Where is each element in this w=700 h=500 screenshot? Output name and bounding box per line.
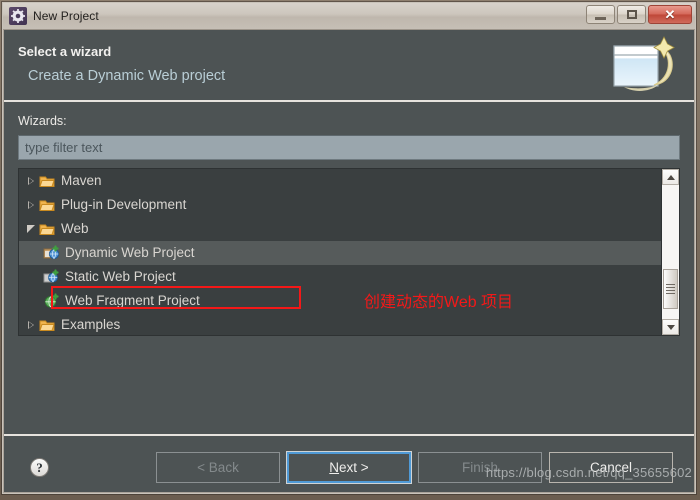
window-title: New Project xyxy=(33,9,99,23)
chevron-right-icon[interactable] xyxy=(23,317,39,333)
dialog-body: Select a wizard Create a Dynamic Web pro… xyxy=(3,30,695,493)
folder-icon xyxy=(39,317,56,333)
watermark: https://blog.csdn.net/qq_35655602 xyxy=(485,465,692,480)
page-description: Create a Dynamic Web project xyxy=(28,68,226,84)
tree-item-maven[interactable]: Maven xyxy=(19,169,661,193)
new-wizard-icon xyxy=(598,33,686,99)
tree-item-dynamic-web-project[interactable]: Dynamic Web Project xyxy=(19,241,661,265)
tree-item-static-web-project[interactable]: Static Web Project xyxy=(19,265,661,289)
folder-icon xyxy=(39,173,56,189)
dialog-footer: ? < Back Next > Finish Cancel https://bl… xyxy=(4,436,694,492)
tree-item-web-fragment-project[interactable]: Web Fragment Project xyxy=(19,289,661,313)
scroll-down-button[interactable] xyxy=(662,319,679,335)
tree-item-plugin-development[interactable]: Plug-in Development xyxy=(19,193,661,217)
minimize-button[interactable] xyxy=(586,5,615,24)
tree-item-label: Dynamic Web Project xyxy=(65,245,195,261)
scrollbar-grip-icon xyxy=(666,282,675,296)
gear-icon xyxy=(9,7,27,25)
page-title: Select a wizard xyxy=(18,44,112,59)
filter-input[interactable] xyxy=(18,135,680,160)
screen-root: New Project ✕ Select a wizard Create a D… xyxy=(0,0,700,500)
wizard-tree[interactable]: Maven Plug-in Development Web Dynamic We… xyxy=(18,168,680,336)
tree-scrollbar[interactable] xyxy=(661,169,679,335)
scrollbar-track[interactable] xyxy=(662,185,679,319)
next-button[interactable]: Next > xyxy=(286,451,412,484)
tree-item-label: Web xyxy=(61,221,89,237)
web-fragment-project-icon xyxy=(43,293,60,309)
maximize-button[interactable] xyxy=(617,5,646,24)
folder-icon xyxy=(39,221,56,237)
tree-item-label: Examples xyxy=(61,317,121,333)
new-project-dialog-window: New Project ✕ Select a wizard Create a D… xyxy=(2,2,696,494)
back-button[interactable]: < Back xyxy=(156,452,280,483)
tree-item-examples[interactable]: Examples xyxy=(19,313,661,335)
tree-item-label: Plug-in Development xyxy=(61,197,187,213)
scroll-up-icon xyxy=(666,174,675,180)
tree-item-label: Maven xyxy=(61,173,102,189)
wizards-label: Wizards: xyxy=(18,114,67,128)
title-bar[interactable]: New Project ✕ xyxy=(3,3,695,30)
scroll-up-button[interactable] xyxy=(662,169,679,185)
dynamic-web-project-icon xyxy=(43,245,60,261)
next-button-label-rest: ext > xyxy=(339,460,369,475)
chevron-right-icon[interactable] xyxy=(23,173,39,189)
close-button[interactable]: ✕ xyxy=(648,5,692,24)
wizard-tree-rows: Maven Plug-in Development Web Dynamic We… xyxy=(19,169,661,335)
maximize-icon xyxy=(626,10,637,19)
scrollbar-thumb[interactable] xyxy=(663,269,678,309)
dialog-content: Wizards: Maven xyxy=(4,102,694,336)
close-icon: ✕ xyxy=(664,7,676,22)
chevron-right-icon[interactable] xyxy=(23,197,39,213)
minimize-icon xyxy=(595,16,606,20)
folder-icon xyxy=(39,197,56,213)
tree-item-label: Web Fragment Project xyxy=(65,293,200,309)
help-button[interactable]: ? xyxy=(30,458,49,477)
next-button-mnemonic: N xyxy=(329,460,340,475)
tree-item-label: Static Web Project xyxy=(65,269,176,285)
dialog-header: Select a wizard Create a Dynamic Web pro… xyxy=(4,30,694,102)
scroll-down-icon xyxy=(666,324,675,330)
static-web-project-icon xyxy=(43,269,60,285)
tree-item-web[interactable]: Web xyxy=(19,217,661,241)
window-controls: ✕ xyxy=(586,5,692,24)
chevron-down-icon[interactable] xyxy=(23,221,39,237)
